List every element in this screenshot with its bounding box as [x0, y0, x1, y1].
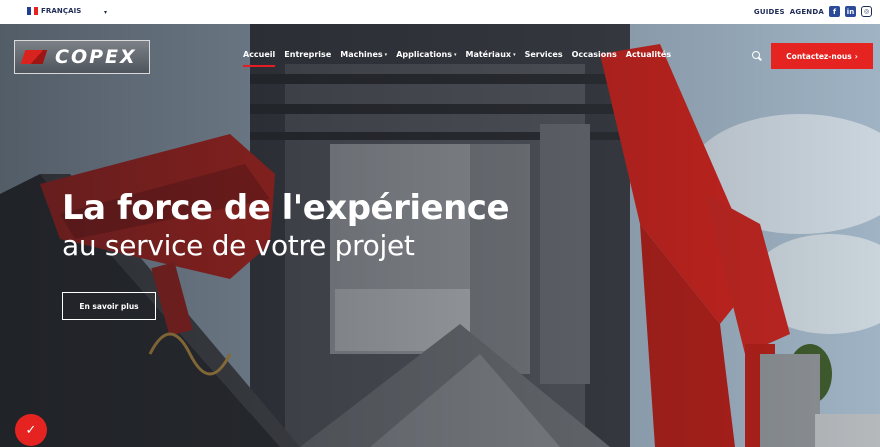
french-flag-icon	[27, 7, 39, 15]
facebook-icon[interactable]: f	[829, 6, 840, 17]
language-selector[interactable]: FRANÇAIS	[27, 7, 81, 15]
chevron-down-icon[interactable]: ▾	[104, 9, 107, 16]
contact-button-label: Contactez-nous	[786, 51, 852, 61]
caret-down-icon: ▾	[453, 52, 457, 58]
nav-label: Accueil	[243, 50, 276, 59]
search-icon[interactable]	[752, 51, 762, 61]
nav-item-services[interactable]: Services	[525, 50, 563, 59]
chevron-right-icon: ›	[854, 51, 858, 61]
caret-down-icon: ▾	[513, 52, 516, 58]
nav-label: Occasions	[571, 50, 617, 59]
logo-text: COPEX	[55, 46, 137, 68]
linkedin-icon[interactable]: in	[845, 6, 856, 17]
nav-item-applications[interactable]: Applications ▾	[396, 50, 456, 59]
language-label: FRANÇAIS	[41, 7, 82, 15]
nav-label: Services	[524, 50, 563, 59]
copex-logo[interactable]: COPEX	[14, 40, 150, 74]
learn-more-button[interactable]: En savoir plus	[62, 292, 156, 320]
nav-label: Actualités	[625, 50, 672, 59]
nav-item-actualites[interactable]: Actualités	[626, 50, 671, 59]
nav-label: Machines	[340, 50, 383, 59]
chat-bubble-icon[interactable]: ✓	[15, 414, 47, 446]
hero-subtitle: au service de votre projet	[62, 229, 415, 262]
page: FRANÇAIS ▾ GUIDES AGENDA f in ◎ COPEX Ac…	[0, 0, 880, 447]
logo-mark-icon	[20, 50, 48, 64]
search-handle	[758, 56, 762, 61]
nav-item-accueil[interactable]: Accueil	[243, 50, 276, 67]
nav-label: Entreprise	[284, 50, 332, 59]
nav-label: Matériaux	[465, 50, 512, 59]
nav-item-machines[interactable]: Machines ▾	[340, 50, 387, 59]
learn-more-label: En savoir plus	[79, 301, 139, 311]
instagram-icon[interactable]: ◎	[861, 6, 872, 17]
main-nav: Accueil Entreprise Machines ▾ Application…	[243, 50, 671, 67]
contact-button[interactable]: Contactez-nous ›	[771, 43, 873, 69]
caret-down-icon: ▾	[384, 52, 388, 58]
nav-item-entreprise[interactable]: Entreprise	[284, 50, 331, 59]
utility-bar: FRANÇAIS ▾ GUIDES AGENDA f in ◎	[0, 0, 880, 25]
hero-title: La force de l'expérience	[62, 188, 510, 228]
agenda-link[interactable]: AGENDA	[790, 8, 824, 16]
nav-item-occasions[interactable]: Occasions	[572, 50, 617, 59]
nav-label: Applications	[396, 50, 452, 59]
utility-links: GUIDES AGENDA f in ◎	[754, 6, 872, 17]
guides-link[interactable]: GUIDES	[754, 8, 785, 16]
nav-item-materiaux[interactable]: Matériaux ▾	[466, 50, 516, 59]
